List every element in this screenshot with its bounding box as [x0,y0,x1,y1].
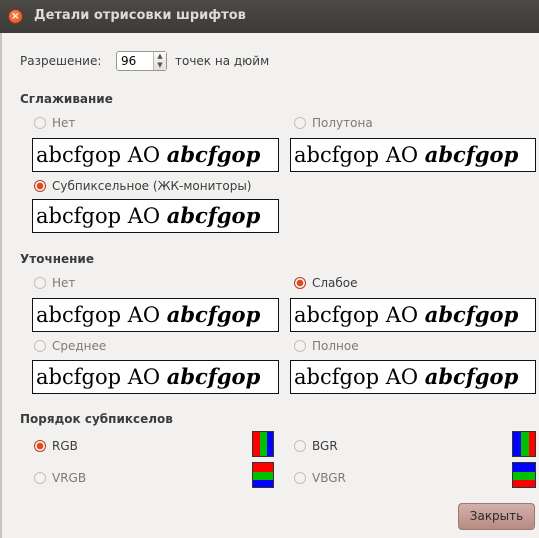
order-rgb-radio[interactable] [34,440,46,452]
window-close-icon[interactable]: × [8,9,23,24]
subpixel-order-heading: Порядок субпикселов [20,412,173,426]
hinting-full-label[interactable]: Полное [312,339,359,353]
order-rgb-label[interactable]: RGB [52,439,78,453]
sample-preview: abcfgop AO abcfgop [32,199,279,233]
antialiasing-heading: Сглаживание [20,92,113,106]
rgb-order-icon [252,431,274,457]
order-vrgb-label[interactable]: VRGB [52,471,86,485]
hinting-medium-radio[interactable] [34,340,46,352]
order-bgr-radio[interactable] [294,440,306,452]
resolution-unit: точек на дюйм [175,54,270,68]
resolution-spinbox[interactable]: 96 ▲ ▼ [116,51,167,71]
order-vrgb-radio[interactable] [34,472,46,484]
hinting-heading: Уточнение [20,252,94,266]
order-vbgr-radio[interactable] [294,472,306,484]
antialias-subpixel-radio[interactable] [34,180,46,192]
resolution-value[interactable]: 96 [121,54,136,68]
sample-preview: abcfgop AO abcfgop [290,138,536,172]
spin-buttons: ▲ ▼ [153,52,166,70]
antialias-grayscale-label[interactable]: Полутона [312,116,373,130]
spin-down-icon[interactable]: ▼ [155,61,165,70]
antialias-grayscale-radio[interactable] [294,117,306,129]
resolution-label: Разрешение: [20,54,102,68]
antialias-subpixel-label[interactable]: Субпиксельное (ЖК-мониторы) [52,179,251,193]
order-bgr-label[interactable]: BGR [312,439,338,453]
sample-preview: abcfgop AO abcfgop [32,360,279,394]
hinting-none-label[interactable]: Нет [52,276,75,290]
sample-preview: abcfgop AO abcfgop [32,298,279,332]
hinting-medium-label[interactable]: Среднее [52,339,106,353]
order-vbgr-label[interactable]: VBGR [312,471,346,485]
hinting-slight-radio[interactable] [294,277,306,289]
sample-preview: abcfgop AO abcfgop [290,360,536,394]
hinting-none-radio[interactable] [34,277,46,289]
antialias-none-label[interactable]: Нет [52,116,75,130]
sample-preview: abcfgop AO abcfgop [290,298,536,332]
window-title: Детали отрисовки шрифтов [34,8,246,23]
vrgb-order-icon [252,462,274,488]
antialias-none-radio[interactable] [34,117,46,129]
vbgr-order-icon [512,462,536,488]
spin-up-icon[interactable]: ▲ [155,52,165,61]
sample-preview: abcfgop AO abcfgop [32,138,279,172]
window-border [0,33,2,538]
title-bar: × Детали отрисовки шрифтов [0,0,539,33]
hinting-slight-label[interactable]: Слабое [312,276,358,290]
bgr-order-icon [512,431,536,457]
close-button[interactable]: Закрыть [458,503,535,530]
hinting-full-radio[interactable] [294,340,306,352]
